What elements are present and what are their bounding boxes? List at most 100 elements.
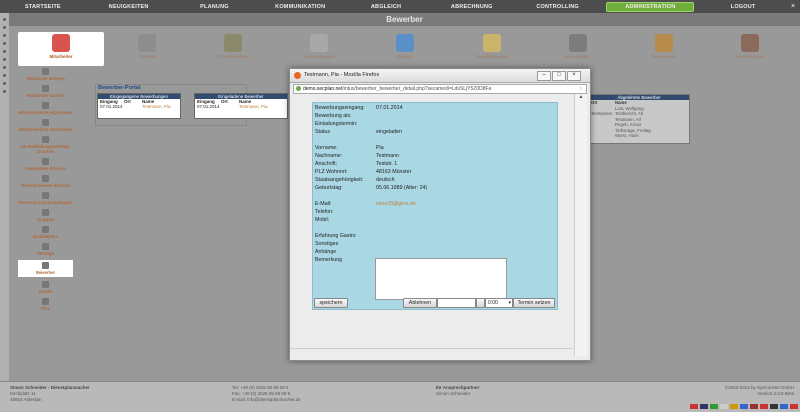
flag-icon[interactable] (740, 404, 748, 409)
module-kunden[interactable]: Kunden (104, 32, 190, 66)
window-titlebar: Testmann, Pia - Mozilla Firefox – □ × (290, 69, 590, 83)
nav-abrechnung[interactable]: ABRECHNUNG (429, 4, 515, 10)
nav-neuigkeiten[interactable]: NEUIGKEITEN (86, 4, 172, 10)
footer-email-link[interactable]: E-mail: info@dienstplanmacher.de (232, 397, 301, 402)
table-row[interactable]: Wurst, Hans (589, 133, 689, 139)
nav-administration[interactable]: ADMINISTRATION (606, 1, 695, 12)
bookmark-star-icon[interactable]: ☆ (579, 85, 583, 93)
form-icon (42, 192, 49, 199)
sidebar-item-erfassungsbogen[interactable]: Personal Erfassungsbogen (18, 192, 73, 205)
sidebar-item-vertraege[interactable]: Verträge (18, 243, 73, 256)
toolbar-dot-icon[interactable] (3, 90, 6, 93)
module-einsatzplan[interactable]: Einsatzplan (535, 32, 621, 66)
minimize-icon[interactable]: – (537, 71, 551, 81)
lock-icon (296, 86, 301, 92)
sidebar-item-details[interactable]: Details (18, 281, 73, 294)
email-link[interactable]: ness33@gmx.de (376, 201, 416, 207)
flag-icon[interactable] (690, 404, 698, 409)
toolbar-dot-icon[interactable] (3, 34, 6, 37)
sidebar-item-plus[interactable]: Plus (18, 298, 73, 311)
toolbar-dot-icon[interactable] (3, 42, 6, 45)
close-icon[interactable]: × (567, 71, 581, 81)
sidebar-item-mitarbeiter-suchen[interactable]: Mitarbeiter suchen (18, 85, 73, 98)
contract-icon (42, 243, 49, 250)
export-icon (42, 102, 49, 109)
sidebar-item-export-2[interactable]: Mitarbeiterliste exportieren (18, 119, 73, 132)
sidebar-item-qualifikation[interactable]: Qualifikation (18, 226, 73, 239)
module-navigation: Mitarbeiter Kunden Schnellverkauf Auswer… (18, 32, 793, 66)
module-schnellverkauf[interactable]: Schnellverkauf (190, 32, 276, 66)
footer-company: Simon Schneider - Dienstplanmacher Kirchp… (10, 385, 90, 402)
toolbar-dot-icon[interactable] (3, 66, 6, 69)
module-objekte[interactable]: Objekte (362, 32, 448, 66)
time-select[interactable]: 0:00 ▾ (485, 298, 513, 308)
cube-icon (396, 34, 415, 52)
scrollbar[interactable]: ▲ (574, 94, 587, 356)
module-mitarbeiter[interactable]: Mitarbeiter (18, 32, 105, 66)
bemerkung-textarea[interactable] (375, 258, 507, 300)
flag-icon[interactable] (710, 404, 718, 409)
toolbar-dot-icon[interactable] (3, 50, 6, 53)
sidebar-item-export-1[interactable]: Mitarbeiterliste exportieren (18, 102, 73, 115)
flag-icon[interactable] (770, 404, 778, 409)
people-icon (52, 34, 71, 52)
flag-icon[interactable] (720, 404, 728, 409)
table-row[interactable]: 07.01.2014 Testmann, Pia (195, 104, 287, 109)
plus-icon (42, 298, 49, 305)
status-value: eingeladen (376, 129, 402, 135)
sidebar-item-gruppen[interactable]: Gruppen (18, 209, 73, 222)
sidebar-item-dienstausweise[interactable]: Dienstausweise drucken (18, 175, 73, 188)
toolbar-dot-icon[interactable] (3, 18, 6, 21)
reject-button[interactable]: Ablehnen (403, 298, 437, 308)
user-icon (42, 68, 49, 75)
toolbar-dot-icon[interactable] (3, 74, 6, 77)
flag-icon[interactable] (700, 404, 708, 409)
handshake-icon (138, 34, 157, 52)
print-icon (42, 175, 49, 182)
calendar-icon[interactable] (476, 298, 485, 308)
nav-logout[interactable]: LOGOUT (700, 4, 786, 10)
applicant-detail-window: Testmann, Pia - Mozilla Firefox – □ × de… (289, 68, 591, 361)
nav-startseite[interactable]: STARTSEITE (0, 4, 86, 10)
nav-controlling[interactable]: CONTROLLING (515, 4, 601, 10)
sidebar-item-dienstplaene[interactable]: Dienstpläne drucken (18, 158, 73, 171)
phone-icon (568, 34, 587, 52)
date-input[interactable] (437, 298, 476, 308)
module-einstellungen[interactable]: Einstellungen (707, 32, 793, 66)
footer-contact-info: Tel: +49 (0) 2525 95 69 69 0 Fax: +49 (0)… (232, 385, 301, 402)
scroll-up-icon[interactable]: ▲ (575, 94, 587, 100)
toolbar-dot-icon[interactable] (3, 82, 6, 85)
set-appointment-button[interactable]: Termin setzen (513, 298, 555, 308)
nav-abgleich[interactable]: ABGLEICH (343, 4, 429, 10)
save-button[interactable]: speichern (314, 298, 348, 308)
flag-icon[interactable] (750, 404, 758, 409)
flag-icon[interactable] (760, 404, 768, 409)
details-icon (42, 281, 49, 288)
export-icon (42, 119, 49, 126)
toolbar-dot-icon[interactable] (3, 26, 6, 29)
nav-planung[interactable]: PLANUNG (172, 4, 258, 10)
boxes-icon (654, 34, 673, 52)
nav-kommunikation[interactable]: KOMMUNIKATION (257, 4, 343, 10)
module-auswertungen[interactable]: Auswertungen (276, 32, 362, 66)
document-icon (310, 34, 329, 52)
toolbar-dot-icon[interactable] (3, 58, 6, 61)
flag-icon[interactable] (730, 404, 738, 409)
language-flags (690, 404, 800, 409)
maximize-icon[interactable]: □ (552, 71, 566, 81)
applicant-icon (42, 262, 49, 269)
close-icon[interactable]: × (786, 3, 800, 10)
footer-contact-person: Ihr Ansprechpartner: Simon Schneider (436, 385, 481, 396)
sidebar-item-mitarbeiter-anlegen[interactable]: Mitarbeiter anlegen (18, 68, 73, 81)
module-ressourcen[interactable]: Ressourcen (621, 32, 707, 66)
wrench-icon (740, 34, 759, 52)
module-qualifikationen[interactable]: Qualifikationen (449, 32, 535, 66)
sidebar-item-ek-bekleidung[interactable]: EK-Bekleidungsaufträge drucken (18, 136, 73, 154)
sidebar-item-bewerber[interactable]: Bewerber (18, 260, 73, 277)
flag-icon[interactable] (780, 404, 788, 409)
table-row[interactable]: 07.01.2014 Testmann, Pia (98, 104, 180, 109)
url-bar[interactable]: demo.secplan.net/intus/bewerber_bewerber… (293, 84, 587, 94)
top-navigation: STARTSEITE NEUIGKEITEN PLANUNG KOMMUNIKA… (0, 0, 800, 13)
certificate-icon (482, 34, 501, 52)
flag-icon[interactable] (790, 404, 798, 409)
